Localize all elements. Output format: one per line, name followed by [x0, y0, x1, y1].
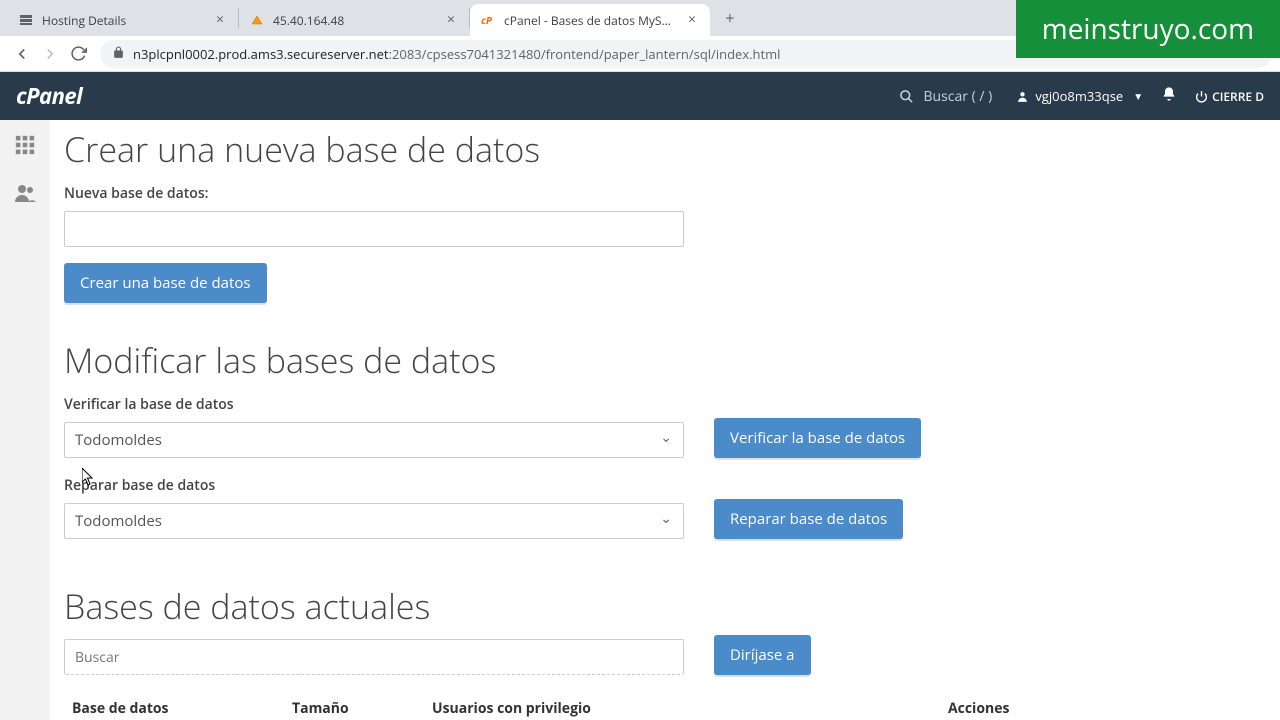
svg-text:cP: cP	[481, 13, 493, 27]
current-db-heading: Bases de datos actuales	[64, 583, 1280, 629]
new-db-label: Nueva base de datos:	[64, 184, 1280, 203]
sidebar	[0, 120, 50, 720]
forward-button[interactable]	[36, 40, 64, 68]
col-actions: Acciones	[940, 689, 1280, 720]
logout-button[interactable]: CIERRE D	[1195, 88, 1264, 105]
favicon-hosting-icon	[18, 12, 34, 28]
username: vgj0o8m33qse	[1035, 87, 1123, 105]
check-db-button[interactable]: Verificar la base de datos	[714, 418, 921, 458]
databases-table: Base de datos Tamaño Usuarios con privil…	[64, 689, 1280, 720]
favicon-phpmyadmin-icon	[249, 12, 265, 28]
browser-tab[interactable]: Hosting Details ×	[8, 4, 238, 36]
tab-title: Hosting Details	[42, 12, 206, 29]
tab-title: 45.40.164.48	[273, 12, 437, 29]
sidebar-users-button[interactable]	[13, 181, 37, 210]
logout-label: CIERRE D	[1212, 88, 1264, 105]
user-menu[interactable]: vgj0o8m33qse ▼	[1016, 87, 1143, 105]
db-search-input[interactable]	[64, 639, 684, 675]
user-icon	[1016, 90, 1029, 103]
url-host: n3plcpnl0002.prod.ams3.secureserver.net	[133, 45, 389, 63]
watermark-overlay: meinstruyo.com	[1016, 0, 1280, 58]
go-button[interactable]: Diríjase a	[714, 635, 811, 675]
bell-icon	[1161, 86, 1177, 102]
new-tab-button[interactable]: +	[716, 4, 744, 32]
repair-db-button[interactable]: Reparar base de datos	[714, 499, 903, 539]
close-icon[interactable]: ×	[684, 12, 700, 28]
lock-icon	[112, 45, 125, 63]
cpanel-logo[interactable]: cPanel	[16, 81, 82, 111]
main-content: Crear una nueva base de datos Nueva base…	[50, 120, 1280, 720]
browser-tab[interactable]: 45.40.164.48 ×	[239, 4, 469, 36]
cpanel-header: cPanel Buscar ( / ) vgj0o8m33qse ▼ CIERR…	[0, 72, 1280, 120]
sidebar-apps-button[interactable]	[14, 134, 36, 161]
new-db-input[interactable]	[64, 211, 684, 247]
close-icon[interactable]: ×	[212, 12, 228, 28]
tab-title: cPanel - Bases de datos MySQL®	[504, 12, 678, 29]
modify-db-heading: Modificar las bases de datos	[64, 337, 1280, 383]
repair-db-select[interactable]: Todomoldes	[64, 503, 684, 539]
search-placeholder: Buscar ( / )	[924, 87, 993, 106]
col-users: Usuarios con privilegio	[424, 689, 940, 720]
chevron-down-icon: ▼	[1133, 89, 1143, 103]
col-db: Base de datos	[64, 689, 284, 720]
check-db-select[interactable]: Todomoldes	[64, 422, 684, 458]
users-icon	[13, 181, 37, 205]
favicon-cpanel-icon: cP	[480, 12, 496, 28]
header-search[interactable]: Buscar ( / )	[899, 87, 993, 106]
create-db-button[interactable]: Crear una base de datos	[64, 263, 267, 303]
url-path: :2083/cpsess7041321480/frontend/paper_la…	[389, 45, 781, 63]
check-db-label: Verificar la base de datos	[64, 395, 1280, 414]
repair-db-label: Reparar base de datos	[64, 476, 1280, 495]
browser-tab-active[interactable]: cP cPanel - Bases de datos MySQL® ×	[470, 4, 710, 36]
search-icon	[899, 89, 914, 104]
notifications-button[interactable]	[1161, 85, 1177, 107]
create-db-heading: Crear una nueva base de datos	[64, 126, 1280, 172]
col-size: Tamaño	[284, 689, 424, 720]
close-icon[interactable]: ×	[443, 12, 459, 28]
back-button[interactable]	[8, 40, 36, 68]
power-icon	[1195, 90, 1208, 103]
grid-icon	[14, 134, 36, 156]
reload-button[interactable]	[64, 40, 92, 68]
